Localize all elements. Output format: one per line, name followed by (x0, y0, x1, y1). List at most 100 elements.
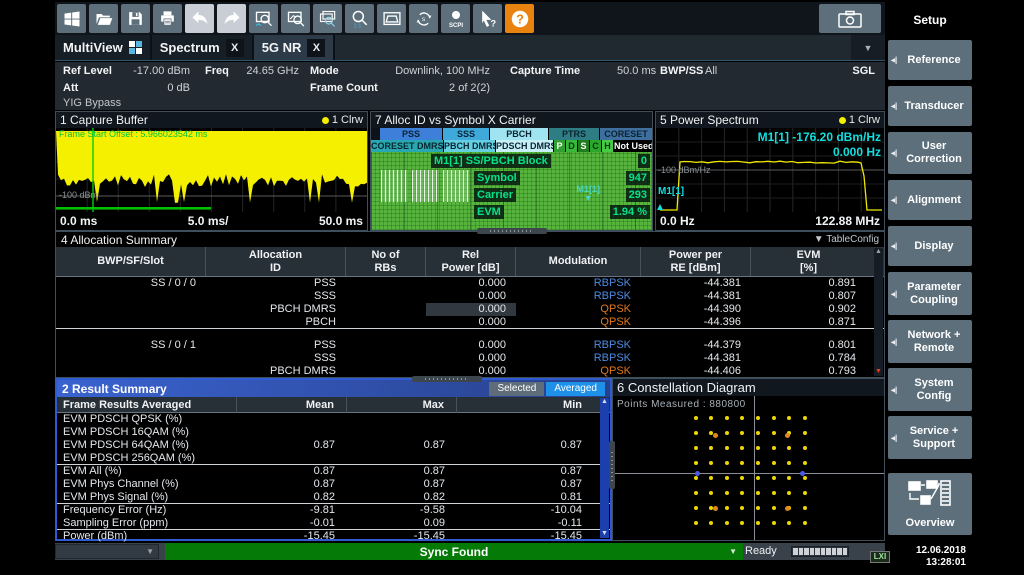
column-header[interactable]: BWP/SF/Slot (56, 247, 206, 276)
table-row[interactable]: EVM PDSCH 256QAM (%) (57, 452, 610, 465)
scroll-down-icon[interactable]: ▼ (601, 530, 608, 538)
sidebar-item-system-config[interactable]: ◂|SystemConfig (888, 368, 972, 411)
scroll-down-icon[interactable]: ▼ (875, 368, 882, 376)
splitter-handle[interactable] (477, 228, 547, 234)
print-button[interactable] (153, 4, 182, 33)
result-summary-title-bar[interactable]: 2 Result Summary Selected Averaged (57, 380, 610, 397)
screenshot-button[interactable] (819, 4, 881, 33)
sidebar-item-parameter-coupling[interactable]: ◂|ParameterCoupling (888, 272, 972, 315)
scroll-up-icon[interactable]: ▲ (601, 398, 608, 406)
tab-selected[interactable]: Selected (489, 382, 544, 396)
channel-info-bar[interactable]: Ref Level -17.00 dBm Freq 24.65 GHz Mode… (55, 62, 885, 110)
undo-icon (190, 9, 210, 29)
table-row[interactable]: EVM Phys Signal (%)0.820.820.81 (57, 491, 610, 504)
constellation-plot[interactable]: Points Measured : 880800 (613, 396, 884, 540)
cell: 0.87 (237, 439, 347, 452)
table-row[interactable]: SSS0.000RBPSK-44.3810.807 (56, 290, 884, 303)
cell: 0.81 (457, 491, 594, 503)
sidebar-item-display[interactable]: ◂|Display (888, 226, 972, 266)
tab-averaged[interactable]: Averaged (546, 382, 605, 396)
capture-buffer-plot[interactable]: Frame Start Offset : 5.966023542 ms -100… (56, 128, 367, 212)
sidebar-item-transducer[interactable]: ◂|Transducer (888, 86, 972, 126)
tab-spectrum[interactable]: Spectrum X (152, 35, 252, 60)
table-row[interactable]: SS / 0 / 0PSS0.000RBPSK-44.3810.891 (56, 277, 884, 290)
column-header[interactable]: No ofRBs (346, 247, 426, 276)
table-row[interactable]: Frequency Error (Hz)-9.81-9.58-10.04 (57, 504, 610, 517)
splitter-handle[interactable] (412, 376, 482, 382)
table-config-button[interactable]: ▼ TableConfig (814, 234, 879, 245)
table-row[interactable]: PBCH0.000QPSK-44.3960.871 (56, 316, 884, 329)
zoom-1-1-button[interactable]: 1:1 (345, 4, 374, 33)
column-header[interactable]: Frame Results Averaged (57, 397, 237, 413)
cell: PBCH (206, 316, 346, 328)
cell: SSS (206, 352, 346, 365)
display-frame-button[interactable] (377, 4, 406, 33)
sidebar-item-overview[interactable]: Overview (888, 473, 972, 535)
alloc-resource-grid[interactable]: M1[1] SS/PBCH Block 0 Symbol 947 Carrier… (371, 152, 652, 230)
tab-multiview[interactable]: MultiView (55, 35, 150, 60)
sidebar-item-overview-label: Overview (906, 517, 955, 530)
table-row[interactable]: Sampling Error (ppm)-0.010.09-0.11 (57, 517, 610, 530)
help-button[interactable]: ? (505, 4, 534, 33)
windows-logo-button[interactable] (57, 4, 86, 33)
alloc-map-title: 7 Alloc ID vs Symbol X Carrier (375, 113, 536, 127)
undo-button[interactable] (185, 4, 214, 33)
column-header[interactable]: Power perRE [dBm] (641, 247, 751, 276)
table-row[interactable]: EVM PDSCH 16QAM (%) (57, 426, 610, 439)
result-summary-scrollbar[interactable]: ▲ ▼ (600, 398, 609, 538)
mode-value: Downlink, 100 MHz (355, 65, 490, 77)
chevron-down-icon[interactable]: ▼ (729, 547, 737, 556)
column-header[interactable]: Modulation (516, 247, 641, 276)
tab-5g-nr[interactable]: 5G NR X (254, 35, 334, 60)
table-row[interactable]: SSS0.000RBPSK-44.3810.784 (56, 352, 884, 365)
table-row[interactable]: EVM Phys Channel (%)0.870.870.87 (57, 478, 610, 491)
allocation-summary-title-bar[interactable]: 4 Allocation Summary ▼ TableConfig (56, 232, 884, 247)
sidebar-item-alignment[interactable]: ◂|Alignment (888, 180, 972, 220)
cell: 0.87 (457, 478, 594, 491)
column-header[interactable]: RelPower [dB] (426, 247, 516, 276)
tab-list-dropdown[interactable]: ▼ (851, 35, 885, 60)
sidebar-item-reference[interactable]: ◂|Reference (888, 40, 972, 80)
close-icon[interactable]: X (307, 39, 325, 57)
marker-m1-symbol[interactable]: M1[1]▼ (576, 185, 600, 203)
sidebar-item-service-support[interactable]: ◂|Service +Support (888, 416, 972, 459)
column-header[interactable]: Max (347, 397, 457, 413)
alloc-map-title-bar[interactable]: 7 Alloc ID vs Symbol X Carrier (371, 112, 652, 128)
table-row[interactable]: EVM PDSCH 64QAM (%)0.870.870.87 (57, 439, 610, 452)
scroll-up-icon[interactable]: ▲ (875, 248, 882, 256)
save-button[interactable] (121, 4, 150, 33)
zoom-trace-button[interactable] (249, 4, 278, 33)
table-row[interactable]: SS / 0 / 1PSS0.000RBPSK-44.3790.801 (56, 339, 884, 352)
column-header[interactable]: AllocationID (206, 247, 346, 276)
scpi-recorder-button[interactable]: SCPI (441, 4, 470, 33)
close-icon[interactable]: X (226, 39, 244, 57)
chevron-down-icon: ▼ (146, 547, 154, 556)
table-row[interactable]: Power (dBm)-15.45-15.45-15.45 (57, 530, 610, 543)
multiview-grid-icon (129, 41, 142, 54)
column-header[interactable]: Min (457, 397, 594, 413)
constellation-dot (756, 431, 760, 435)
open-file-button[interactable] (89, 4, 118, 33)
status-message-dropdown[interactable]: ▼ (55, 544, 159, 559)
sidebar-item-network-remote[interactable]: ◂|Network +Remote (888, 320, 972, 363)
marker-m1-label[interactable]: M1[1] (658, 186, 684, 197)
zoom-selection-button[interactable] (281, 4, 310, 33)
sweep-refresh-button[interactable]: s (409, 4, 438, 33)
redo-button[interactable] (217, 4, 246, 33)
table-row[interactable]: EVM PDSCH QPSK (%) (57, 413, 610, 426)
table-row[interactable]: EVM All (%)0.870.870.87 (57, 465, 610, 478)
allocation-summary-scrollbar[interactable]: ▲ ▼ (874, 248, 883, 376)
sidebar-item-user-correction[interactable]: ◂|UserCorrection (888, 132, 972, 174)
column-header[interactable]: EVM[%] (751, 247, 866, 276)
multi-window-zoom-button[interactable] (313, 4, 342, 33)
power-spectrum-plot[interactable]: M1[1] -176.20 dBm/Hz 0.000 Hz -100 dBm/H… (656, 128, 884, 212)
constellation-title-bar[interactable]: 6 Constellation Diagram (613, 379, 884, 396)
column-header[interactable]: Mean (237, 397, 347, 413)
power-spectrum-title-bar[interactable]: 5 Power Spectrum 1 Clrw (656, 112, 884, 128)
cell (457, 452, 594, 464)
table-row[interactable]: PBCH DMRS0.000QPSK-44.3900.902 (56, 303, 884, 316)
splitter-handle[interactable] (609, 441, 615, 489)
capture-buffer-title-bar[interactable]: 1 Capture Buffer 1 Clrw (56, 112, 367, 128)
sync-status-bar[interactable]: Sync Found ▼ (165, 543, 743, 560)
context-help-button[interactable]: ? (473, 4, 502, 33)
